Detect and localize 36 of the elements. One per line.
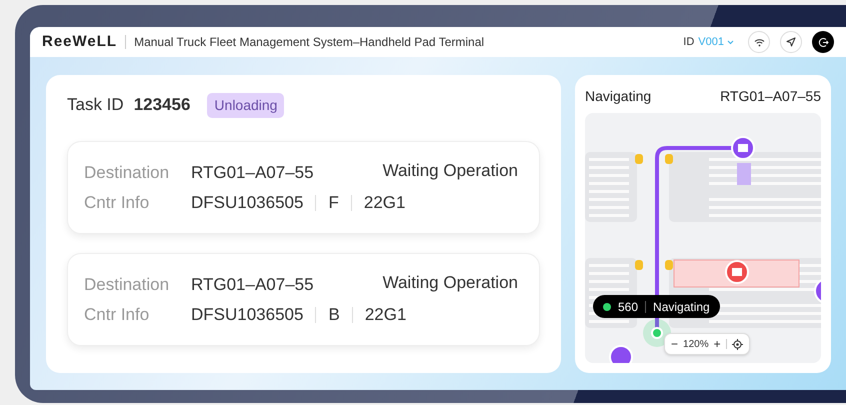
container-info-value: B xyxy=(328,304,340,326)
task-id: 123456 xyxy=(134,94,190,116)
navigation-arrow-icon xyxy=(786,37,796,47)
app-title: Manual Truck Fleet Management System–Handheld Pad Terminal xyxy=(134,34,484,51)
container-info-value: 22G1 xyxy=(364,304,406,326)
chevron-down-icon xyxy=(727,40,734,44)
destination-label: Destination xyxy=(84,162,170,184)
destination-value: RTG01–A07–55 xyxy=(191,162,314,184)
zoom-level: 120% xyxy=(683,338,709,352)
container-info-label: Cntr Info xyxy=(84,192,150,214)
logout-button[interactable] xyxy=(812,31,834,53)
wifi-icon xyxy=(754,38,764,46)
logo: ReeWeLL xyxy=(42,32,118,52)
logout-icon xyxy=(818,36,828,48)
vehicle-status: Navigating xyxy=(653,298,710,316)
map-destination: RTG01–A07–55 xyxy=(720,86,821,106)
navigation-button[interactable] xyxy=(780,31,802,53)
container-status: Waiting Operation xyxy=(382,160,518,182)
container-info-value: F xyxy=(328,192,339,214)
zoom-out-button[interactable]: − xyxy=(671,335,678,353)
status-tag: Unloading xyxy=(207,92,284,118)
locate-button[interactable] xyxy=(732,338,743,350)
container-info-label: Cntr Info xyxy=(84,304,150,326)
destination-value: RTG01–A07–55 xyxy=(191,274,314,296)
container-info-value: DFSU1036505 xyxy=(191,192,304,214)
map-title: Navigating xyxy=(585,86,652,106)
container-info-value: 22G1 xyxy=(364,192,406,214)
zoom-in-button[interactable]: + xyxy=(714,335,721,353)
id-label: ID xyxy=(683,34,694,50)
locate-icon xyxy=(732,338,743,350)
wifi-button[interactable] xyxy=(748,31,770,53)
task-id-label: Task ID xyxy=(67,94,124,116)
vehicle-number: 560 xyxy=(618,298,638,316)
container-info-value: DFSU1036505 xyxy=(191,304,304,326)
container-status: Waiting Operation xyxy=(382,272,518,294)
destination-label: Destination xyxy=(84,274,170,296)
